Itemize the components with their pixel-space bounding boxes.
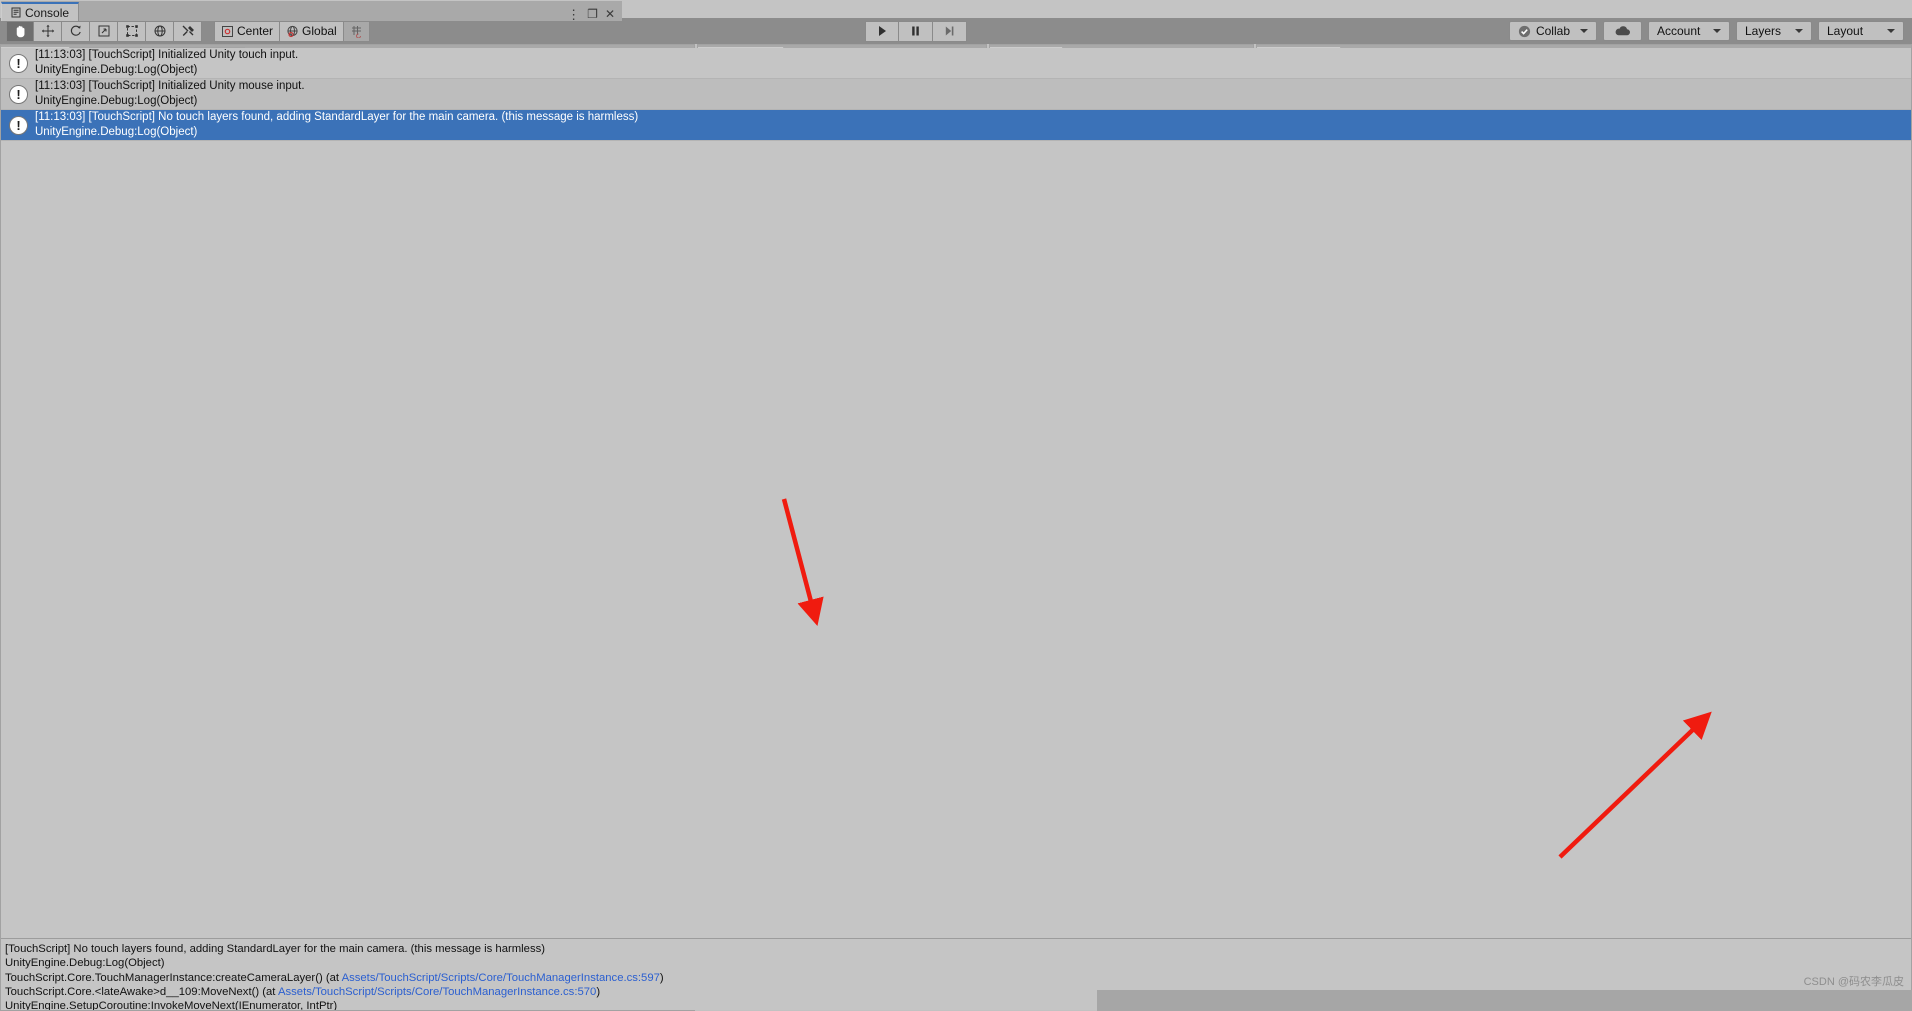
step-icon <box>945 26 954 36</box>
rotate-tool-button[interactable] <box>62 20 90 42</box>
toolbar-right-group: Collab Account Layers Layout <box>1508 21 1912 41</box>
chevron-down-icon <box>1795 29 1803 33</box>
console-window-controls: ⋮ ❐ ✕ <box>567 7 622 21</box>
scale-icon <box>98 25 109 37</box>
detail-line-4-prefix: TouchScript.Core.<lateAwake>d__109:MoveN… <box>5 986 278 999</box>
chevron-down-icon <box>1713 29 1721 33</box>
grid-snap-button[interactable] <box>343 20 370 42</box>
collab-check-icon <box>1518 25 1531 37</box>
info-icon: ! <box>9 53 28 73</box>
detail-line-1: [TouchScript] No touch layers found, add… <box>5 943 545 955</box>
detail-line-3-suffix: ) <box>659 971 664 984</box>
playback-controls <box>865 20 967 42</box>
grid-snap-icon <box>351 25 361 38</box>
pivot-rotation-label: Global <box>302 24 337 38</box>
info-icon: ! <box>9 84 28 104</box>
detail-line-3-link[interactable]: Assets/TouchScript/Scripts/Core/TouchMan… <box>342 972 660 984</box>
console-log-row[interactable]: ! [11:13:03] [TouchScript] Initialized Un… <box>1 79 1911 110</box>
pivot-mode-button[interactable]: Center <box>214 20 281 42</box>
move-icon <box>41 24 54 38</box>
detail-line-2: UnityEngine.Debug:Log(Object) <box>5 957 165 970</box>
chevron-down-icon <box>1580 29 1588 33</box>
console-icon <box>11 7 21 18</box>
collab-label: Collab <box>1535 24 1570 38</box>
console-log-text: [11:13:03] [TouchScript] No touch layers… <box>35 111 639 138</box>
console-log-text: [11:13:03] [TouchScript] Initialized Uni… <box>35 49 299 76</box>
scale-tool-button[interactable] <box>90 20 118 42</box>
info-icon: ! <box>9 115 28 135</box>
hand-icon <box>16 25 25 38</box>
console-log-row[interactable]: ! [11:13:03] [TouchScript] Initialized Un… <box>1 48 1911 79</box>
layout-label: Layout <box>1827 24 1864 38</box>
console-log-text: [11:13:03] [TouchScript] Initialized Uni… <box>35 80 305 107</box>
tab-console[interactable]: Console <box>1 2 80 21</box>
close-icon[interactable]: ✕ <box>605 7 615 21</box>
cloud-button[interactable] <box>1603 21 1642 41</box>
tab-console-label: Console <box>25 5 70 20</box>
globe-icon <box>287 25 298 37</box>
cloud-icon <box>1615 26 1630 36</box>
console-tab-bar: Console ⋮ ❐ ✕ <box>1 1 622 21</box>
play-button[interactable] <box>865 20 899 42</box>
transform-tools-group <box>6 20 202 42</box>
rect-tool-button[interactable] <box>118 20 146 42</box>
custom-tool-button[interactable] <box>174 20 202 42</box>
step-button[interactable] <box>933 20 967 42</box>
detail-line-3: TouchScript.Core.TouchManagerInstance:cr… <box>5 971 1907 985</box>
pause-button[interactable] <box>899 20 933 42</box>
pivot-space-group: Center Global <box>214 20 370 42</box>
collab-button[interactable]: Collab <box>1508 21 1597 41</box>
main-toolbar: Center Global Collab Account Layers Layo… <box>0 18 1912 44</box>
rotate-icon <box>70 25 81 36</box>
pivot-center-icon <box>222 25 233 37</box>
pause-icon <box>912 26 919 36</box>
watermark: CSDN @码农李瓜皮 <box>1803 976 1904 988</box>
detail-line-3-prefix: TouchScript.Core.TouchManagerInstance:cr… <box>5 971 342 984</box>
move-tool-button[interactable] <box>34 20 62 42</box>
account-button[interactable]: Account <box>1648 21 1730 41</box>
pivot-mode-label: Center <box>237 24 274 38</box>
maximize-icon[interactable]: ❐ <box>587 7 598 21</box>
wrench-hammer-icon <box>182 25 194 36</box>
account-label: Account <box>1657 24 1701 38</box>
editor-status-bar[interactable] <box>1097 990 1912 1011</box>
kebab-icon[interactable]: ⋮ <box>567 8 580 21</box>
console-log-list[interactable]: ! [11:13:03] [TouchScript] Initialized Un… <box>1 48 1911 938</box>
chevron-down-icon <box>1887 29 1895 33</box>
transform-icon <box>154 25 165 37</box>
rect-icon <box>125 25 138 37</box>
pivot-rotation-button[interactable]: Global <box>280 20 344 42</box>
detail-line-4-link[interactable]: Assets/TouchScript/Scripts/Core/TouchMan… <box>278 986 596 998</box>
hand-tool-button[interactable] <box>6 20 34 42</box>
detail-line-4-suffix: ) <box>596 986 601 999</box>
console-log-row[interactable]: ! [11:13:03] [TouchScript] No touch layer… <box>1 110 1911 141</box>
layers-button[interactable]: Layers <box>1736 21 1812 41</box>
unity-editor-window: File Edit Assets GameObject Component 增强… <box>0 0 1912 1011</box>
layers-label: Layers <box>1745 24 1782 38</box>
layout-button[interactable]: Layout <box>1818 21 1904 41</box>
play-icon <box>878 26 886 36</box>
transform-tool-button[interactable] <box>146 20 174 42</box>
